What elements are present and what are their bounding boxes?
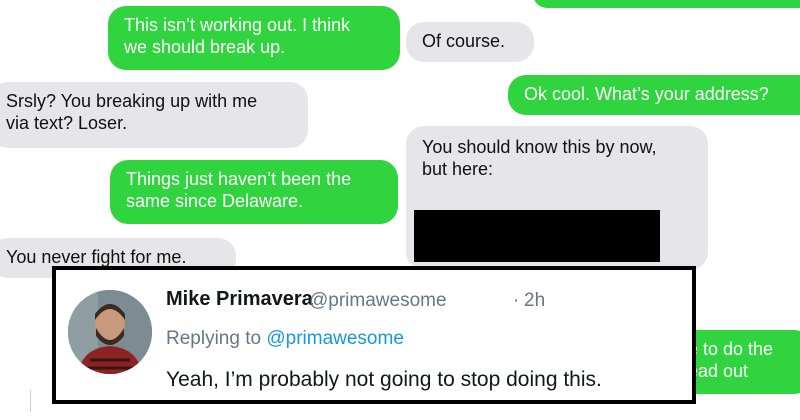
partial-sent-bubble [533, 0, 800, 8]
tweet-timestamp[interactable]: 2h [524, 290, 545, 312]
tweet-text: Yeah, I’m probably not going to stop doi… [166, 368, 602, 391]
message-line: Of course. [422, 31, 506, 51]
received-message-bubble: Of course. [406, 22, 534, 62]
sent-message-bubble: Things just haven’t been the same since … [110, 160, 398, 224]
message-line: You should know this by now, [422, 137, 657, 157]
message-line: Srsly? You breaking up with me [6, 91, 258, 111]
message-line: but here: [422, 159, 494, 179]
message-line: via text? Loser. [6, 113, 128, 133]
received-message-bubble: Srsly? You breaking up with me via text?… [0, 82, 308, 148]
replying-to-label: Replying to [166, 328, 262, 349]
tweet-author-name[interactable]: Mike Primavera [166, 288, 313, 311]
sent-message-bubble: This isn’t working out. I think we shoul… [108, 6, 400, 70]
message-line: ead out [688, 361, 749, 381]
divider-line [30, 390, 31, 412]
tweet-separator: · [513, 290, 520, 311]
message-line: You never fight for me. [6, 247, 187, 267]
replying-to-line: Replying to @primawesome [166, 328, 404, 350]
redaction-box [414, 210, 660, 262]
message-line: we should break up. [124, 37, 286, 57]
avatar-image [68, 290, 152, 374]
tweet-author-handle[interactable]: @primawesome [309, 290, 447, 312]
tweet-card[interactable]: Mike Primavera @primawesome · 2h Replyin… [52, 266, 696, 404]
message-line: e to do the [688, 339, 774, 359]
message-line: same since Delaware. [126, 191, 304, 211]
sent-message-bubble: Ok cool. What’s your address? [508, 75, 800, 115]
replying-to-mention[interactable]: @primawesome [266, 328, 404, 349]
avatar[interactable] [68, 290, 152, 374]
message-line: Ok cool. What’s your address? [524, 84, 769, 104]
message-line: This isn’t working out. I think [124, 15, 351, 35]
message-line: Things just haven’t been the [126, 169, 352, 189]
